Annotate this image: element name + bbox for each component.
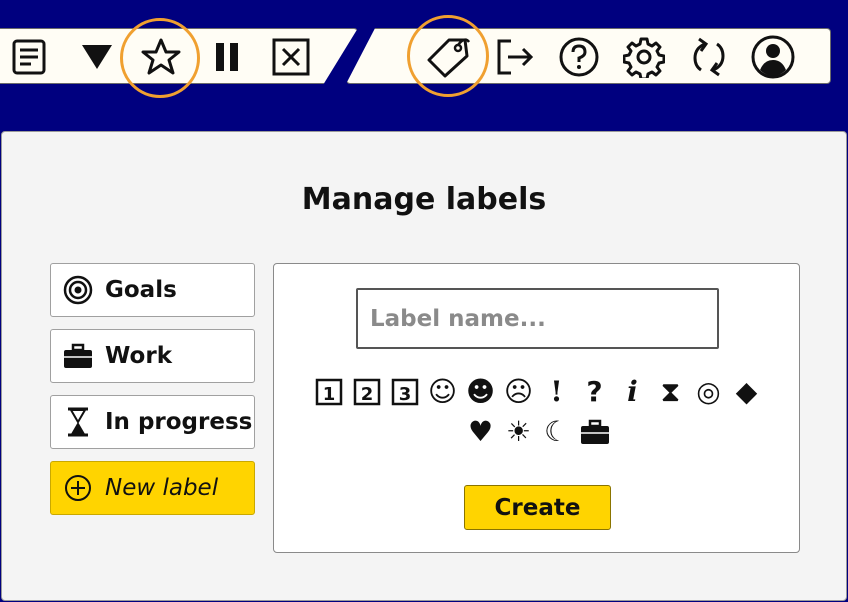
page-title: Manage labels xyxy=(301,182,547,217)
label-list: Goals Work In progress New label xyxy=(50,263,255,527)
icon-picker: 1 2 3 ☺ ☻ ☹ ! ? i ⧗ ◎ ◆ ♥ ☀ ☾ xyxy=(304,372,771,452)
exclamation-icon[interactable]: ! xyxy=(538,372,576,412)
toolbar-right xyxy=(346,28,831,84)
box-3-icon[interactable]: 3 xyxy=(386,372,424,412)
moon-icon[interactable]: ☾ xyxy=(538,412,576,452)
exit-icon[interactable] xyxy=(489,29,541,84)
svg-text:2: 2 xyxy=(360,384,373,405)
frown-icon[interactable]: ☹ xyxy=(500,372,538,412)
label-item-in-progress[interactable]: In progress xyxy=(50,395,255,449)
dropdown-arrow-icon[interactable] xyxy=(71,29,123,84)
label-item-text: Goals xyxy=(105,277,177,303)
star-icon[interactable] xyxy=(135,29,187,84)
briefcase-icon[interactable] xyxy=(576,412,614,452)
info-icon[interactable]: i xyxy=(614,372,652,412)
menu-icon[interactable] xyxy=(3,29,55,84)
plus-circle-icon xyxy=(63,473,93,503)
close-box-icon[interactable] xyxy=(265,29,317,84)
new-label-text: New label xyxy=(105,475,219,501)
help-icon[interactable] xyxy=(553,29,605,84)
toolbar-left xyxy=(0,28,358,84)
briefcase-icon xyxy=(63,341,93,371)
label-item-goals[interactable]: Goals xyxy=(50,263,255,317)
label-item-work[interactable]: Work xyxy=(50,329,255,383)
svg-text:1: 1 xyxy=(322,384,335,405)
question-icon[interactable]: ? xyxy=(576,372,614,412)
svg-text:3: 3 xyxy=(398,384,411,405)
hourglass-icon xyxy=(63,407,93,437)
tag-icon[interactable] xyxy=(422,29,474,84)
target-icon xyxy=(63,275,93,305)
target-icon[interactable]: ◎ xyxy=(690,372,728,412)
gear-icon[interactable] xyxy=(618,29,670,84)
label-name-input[interactable] xyxy=(356,288,719,349)
sync-icon[interactable] xyxy=(683,29,735,84)
smile-icon[interactable]: ☺ xyxy=(424,372,462,412)
label-item-text: In progress xyxy=(105,409,253,435)
create-button[interactable]: Create xyxy=(464,485,611,530)
box-2-icon[interactable]: 2 xyxy=(348,372,386,412)
pause-icon[interactable] xyxy=(201,29,253,84)
user-icon[interactable] xyxy=(747,29,799,84)
manage-labels-panel: Manage labels Goals Work In progress New… xyxy=(1,131,847,601)
hourglass-icon[interactable]: ⧗ xyxy=(652,372,690,412)
grin-icon[interactable]: ☻ xyxy=(462,372,500,412)
new-label-button[interactable]: New label xyxy=(50,461,255,515)
sun-icon[interactable]: ☀ xyxy=(500,412,538,452)
box-1-icon[interactable]: 1 xyxy=(310,372,348,412)
label-item-text: Work xyxy=(105,343,172,369)
label-editor: 1 2 3 ☺ ☻ ☹ ! ? i ⧗ ◎ ◆ ♥ ☀ ☾ Create xyxy=(273,263,800,553)
diamond-icon[interactable]: ◆ xyxy=(728,372,766,412)
heart-icon[interactable]: ♥ xyxy=(462,412,500,452)
